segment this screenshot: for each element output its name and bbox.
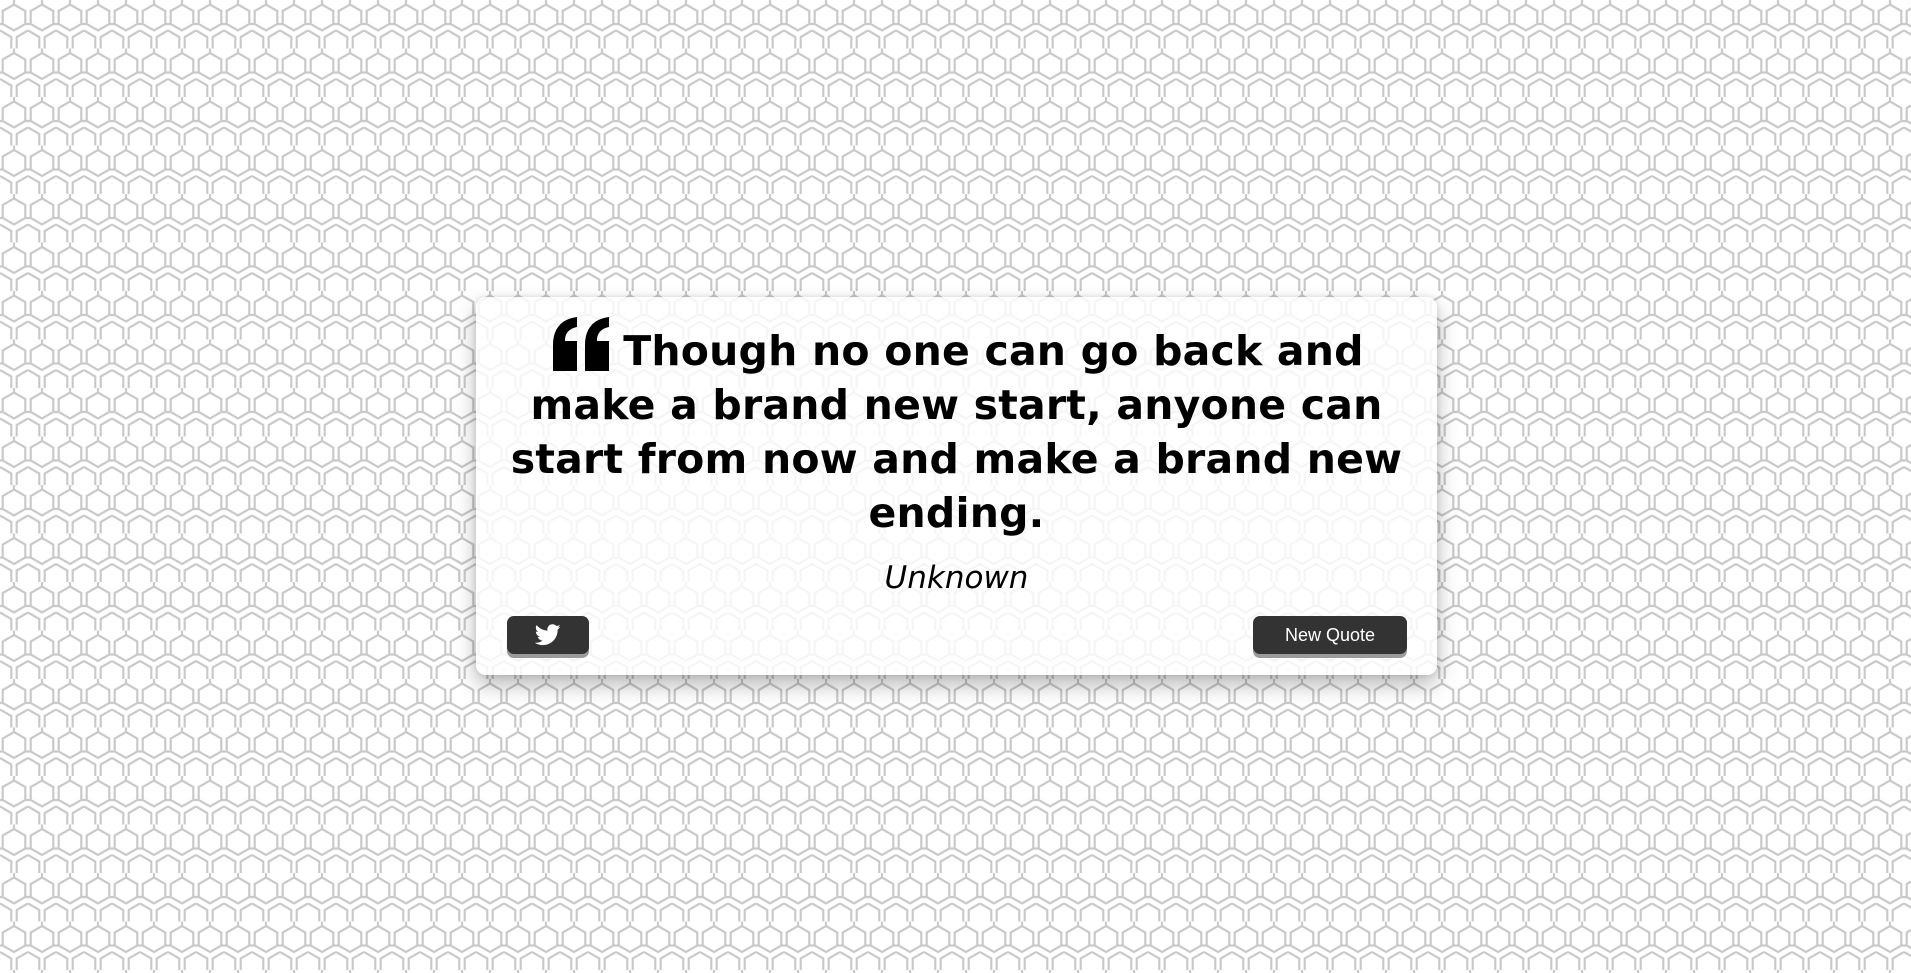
quote-text-container: Though no one can go back and make a bra…: [496, 315, 1417, 540]
tweet-button[interactable]: [507, 616, 589, 654]
new-quote-button[interactable]: New Quote: [1253, 616, 1407, 654]
quote-author: Unknown: [884, 560, 1029, 596]
quote-box: Though no one can go back and make a bra…: [476, 297, 1437, 675]
quote-text: Though no one can go back and make a bra…: [510, 327, 1403, 537]
quote-left-icon: [549, 315, 613, 373]
twitter-icon: [535, 624, 561, 646]
